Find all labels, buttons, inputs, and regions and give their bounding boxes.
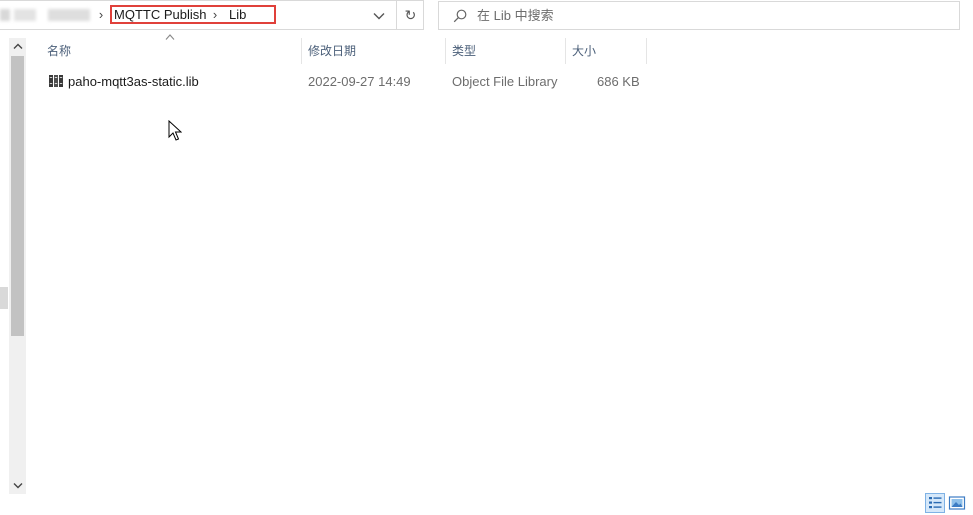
column-header-type[interactable]: 类型	[446, 38, 565, 64]
refresh-button[interactable]: ↻	[396, 1, 424, 29]
file-size: 686 KB	[597, 74, 640, 89]
blurred-path-segment	[48, 9, 90, 21]
navigation-bar: › MQTTC Publish › Lib ↻	[0, 0, 973, 34]
column-header-size[interactable]: 大小	[566, 38, 646, 64]
file-name[interactable]: paho-mqtt3as-static.lib	[68, 74, 199, 89]
search-box[interactable]	[438, 1, 960, 30]
pane-splitter[interactable]	[0, 287, 8, 309]
scrollbar-thumb[interactable]	[11, 56, 24, 336]
scroll-down-button[interactable]	[9, 477, 26, 494]
blurred-path-segment	[14, 9, 36, 21]
column-divider[interactable]	[646, 38, 647, 64]
blurred-path-segment	[0, 9, 10, 21]
column-header-date[interactable]: 修改日期	[302, 38, 445, 64]
address-bar[interactable]: › MQTTC Publish › Lib	[0, 0, 424, 30]
chevron-down-icon	[13, 483, 22, 489]
refresh-icon: ↻	[404, 6, 417, 23]
search-icon	[453, 9, 467, 23]
library-file-icon	[49, 75, 63, 87]
file-date: 2022-09-27 14:49	[308, 74, 411, 89]
red-highlight-box	[110, 5, 276, 24]
breadcrumb-chevron-icon[interactable]: ›	[96, 7, 106, 22]
large-icons-view-icon[interactable]	[948, 494, 966, 512]
details-view-button[interactable]	[925, 493, 945, 513]
chevron-up-icon	[13, 43, 22, 49]
chevron-down-icon	[373, 13, 385, 20]
column-header-name[interactable]: 名称	[41, 38, 301, 64]
address-history-dropdown[interactable]	[366, 2, 392, 30]
scroll-up-button[interactable]	[9, 38, 26, 55]
vertical-scrollbar[interactable]	[9, 38, 26, 494]
details-view-icon	[929, 497, 942, 509]
file-row[interactable]: paho-mqtt3as-static.lib 2022-09-27 14:49…	[41, 70, 651, 92]
search-input[interactable]	[477, 2, 947, 29]
mouse-pointer-icon	[168, 120, 182, 141]
file-type: Object File Library	[452, 74, 558, 89]
